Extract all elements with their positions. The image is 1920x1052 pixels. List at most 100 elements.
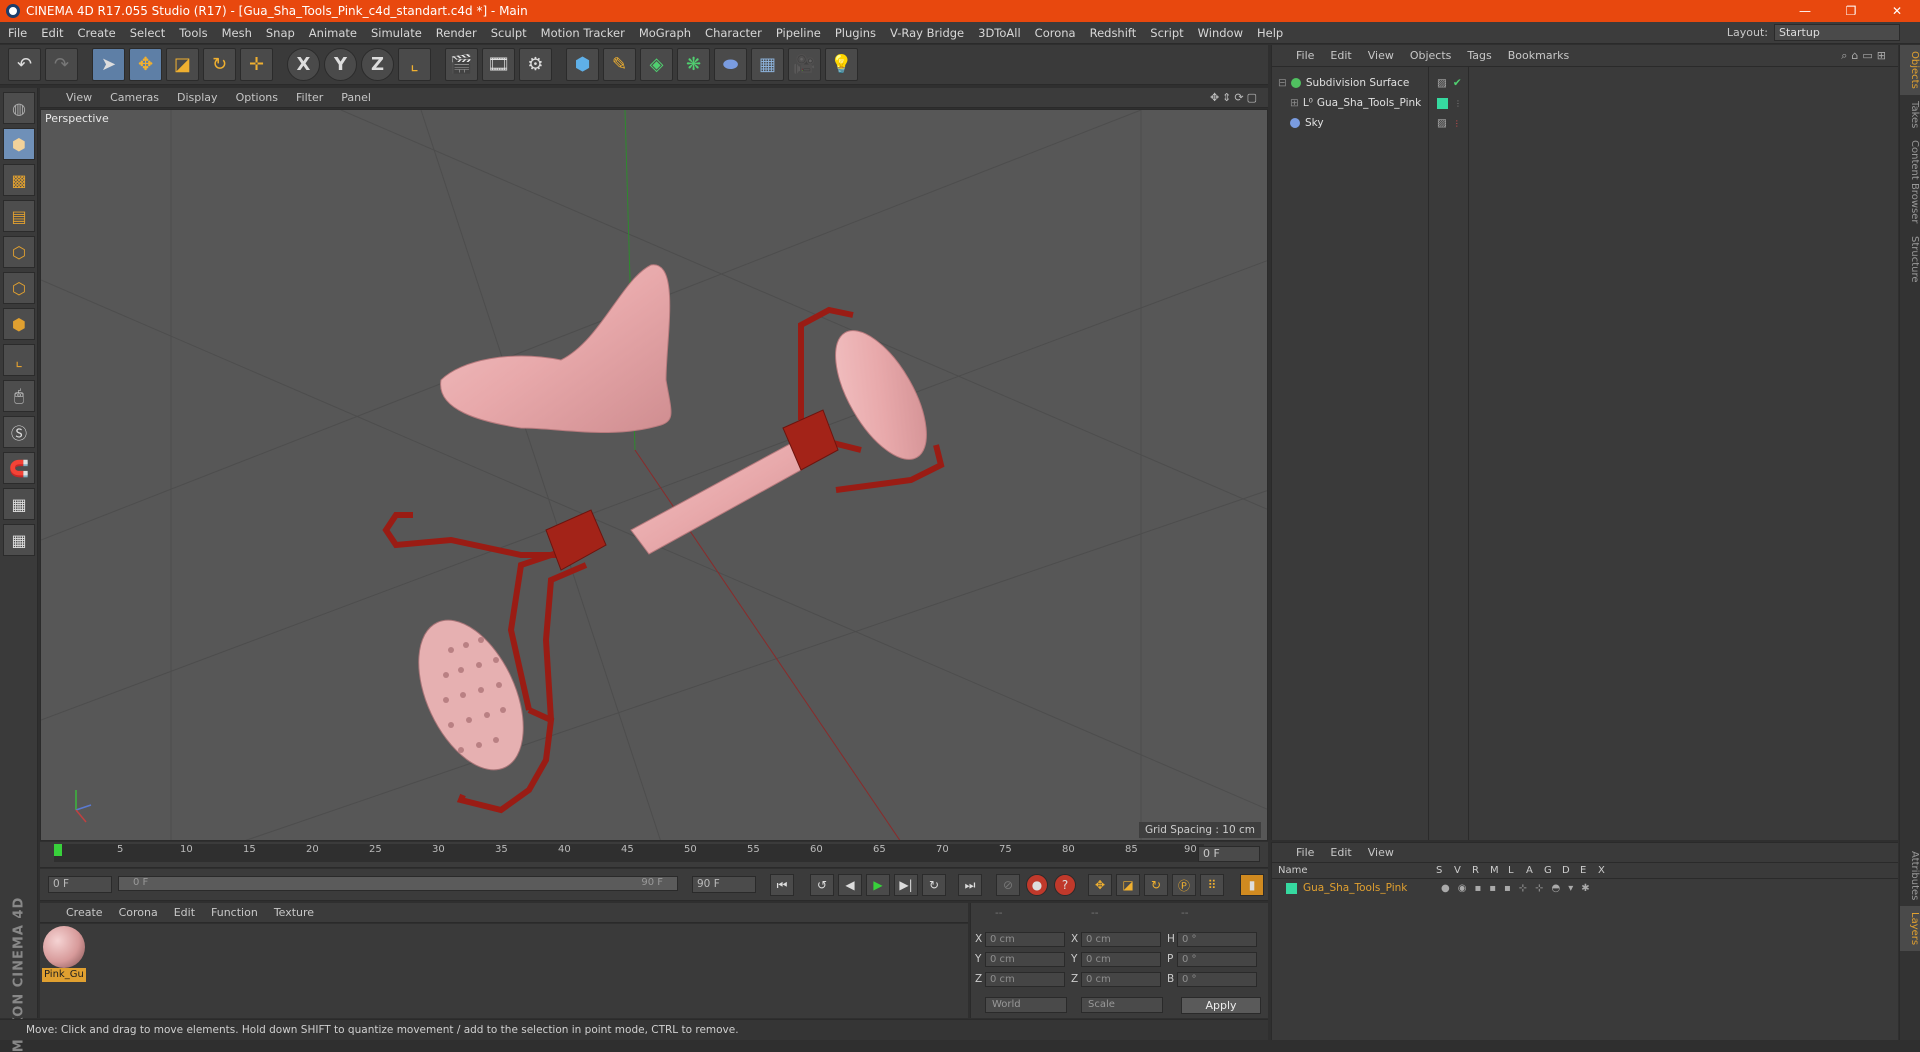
- scale-tool-icon[interactable]: ◪: [166, 48, 199, 81]
- min-frame-field[interactable]: 0 F: [48, 876, 112, 893]
- tab-objects[interactable]: Objects: [1900, 45, 1920, 95]
- rotation-h-field[interactable]: 0 °: [1177, 932, 1257, 947]
- visibility-dots-icon[interactable]: ⋮: [1453, 119, 1461, 128]
- minimize-button[interactable]: —: [1782, 0, 1828, 22]
- apply-button[interactable]: Apply: [1181, 997, 1261, 1014]
- viewport-navigation-icons[interactable]: ✥⇕⟳▢: [1210, 91, 1260, 104]
- play-icon[interactable]: ▶: [866, 874, 890, 896]
- tab-takes[interactable]: Takes: [1900, 95, 1920, 134]
- menu-create[interactable]: Create: [78, 26, 116, 40]
- cloner-icon[interactable]: ❋: [677, 48, 710, 81]
- menu-render[interactable]: Render: [436, 26, 477, 40]
- menu-file[interactable]: File: [8, 26, 27, 40]
- layer-tag-icon[interactable]: ▨: [1437, 77, 1447, 89]
- next-frame-icon[interactable]: ▶|: [894, 874, 918, 896]
- record-position-icon[interactable]: ✥: [1088, 874, 1112, 896]
- object-row-sky[interactable]: Sky ▨ ⋮: [1272, 113, 1899, 133]
- locked-workplane-icon[interactable]: ▦: [3, 524, 35, 556]
- maximize-button[interactable]: ❐: [1828, 0, 1874, 22]
- record-parameter-icon[interactable]: Ⓟ: [1172, 874, 1196, 896]
- polygons-mode-icon[interactable]: ⬢: [3, 308, 35, 340]
- x-axis-lock-button[interactable]: X: [287, 48, 320, 81]
- position-x-field[interactable]: 0 cm: [985, 932, 1065, 947]
- spline-pen-icon[interactable]: ✎: [603, 48, 636, 81]
- objects-menu-objects[interactable]: Objects: [1410, 49, 1452, 62]
- autokeying-icon[interactable]: ?: [1054, 874, 1076, 896]
- current-frame-field[interactable]: 0 F: [1198, 846, 1260, 862]
- record-pla-icon[interactable]: ⠿: [1200, 874, 1224, 896]
- menu-select[interactable]: Select: [130, 26, 165, 40]
- object-manager-tool-icons[interactable]: ⌕⌂▭⊞: [1841, 49, 1890, 63]
- material-menu-texture[interactable]: Texture: [274, 906, 314, 919]
- menu-edit[interactable]: Edit: [41, 26, 63, 40]
- timeline-window-icon[interactable]: ▮: [1240, 874, 1264, 896]
- transform-tool-icon[interactable]: ✛: [240, 48, 273, 81]
- layer-tag-icon[interactable]: ▨: [1437, 117, 1447, 129]
- menu-tools[interactable]: Tools: [179, 26, 207, 40]
- render-view-icon[interactable]: 🎬: [445, 48, 478, 81]
- live-select-icon[interactable]: ➤: [92, 48, 125, 81]
- layer-color-swatch[interactable]: [1286, 882, 1297, 894]
- menu-simulate[interactable]: Simulate: [371, 26, 422, 40]
- material-menu-function[interactable]: Function: [211, 906, 258, 919]
- redo-icon[interactable]: ↷: [45, 48, 78, 81]
- menu-help[interactable]: Help: [1257, 26, 1283, 40]
- previous-key-icon[interactable]: ↺: [810, 874, 834, 896]
- rotation-b-field[interactable]: 0 °: [1177, 972, 1257, 987]
- floor-scene-icon[interactable]: ▦: [751, 48, 784, 81]
- menu-mesh[interactable]: Mesh: [222, 26, 252, 40]
- edges-mode-icon[interactable]: ⬡: [3, 272, 35, 304]
- material-swatch[interactable]: Pink_Gu: [42, 926, 86, 984]
- layer-toggle-icons[interactable]: ●◉▪▪▪⊹⊹◓▾✱: [1441, 883, 1598, 894]
- axis-mode-icon[interactable]: ⌞: [3, 344, 35, 376]
- timeline-ruler[interactable]: 0 5 10 15 20 25 30 35 40 45 50 55 60 65 …: [40, 842, 1268, 868]
- solo-mode-icon[interactable]: Ⓢ: [3, 416, 35, 448]
- rotation-p-field[interactable]: 0 °: [1177, 952, 1257, 967]
- material-menu-create[interactable]: Create: [66, 906, 103, 919]
- viewport-menu-panel[interactable]: Panel: [341, 91, 371, 104]
- menu-character[interactable]: Character: [705, 26, 762, 40]
- layers-menu-edit[interactable]: Edit: [1330, 846, 1351, 859]
- layer-color-swatch[interactable]: [1437, 97, 1448, 109]
- material-menu-corona[interactable]: Corona: [119, 906, 158, 919]
- subdivision-surface-icon[interactable]: ◈: [640, 48, 673, 81]
- objects-menu-view[interactable]: View: [1368, 49, 1394, 62]
- menu-pipeline[interactable]: Pipeline: [776, 26, 821, 40]
- menu-plugins[interactable]: Plugins: [835, 26, 876, 40]
- tab-layers[interactable]: Layers: [1900, 906, 1920, 952]
- menu-redshift[interactable]: Redshift: [1090, 26, 1137, 40]
- coordinate-space-dropdown[interactable]: World: [985, 997, 1067, 1013]
- viewport-menu-cameras[interactable]: Cameras: [110, 91, 159, 104]
- undo-icon[interactable]: ↶: [8, 48, 41, 81]
- tab-attributes[interactable]: Attributes: [1900, 845, 1920, 906]
- snapping-icon[interactable]: 🧲: [3, 452, 35, 484]
- go-to-start-icon[interactable]: ⏮: [770, 874, 794, 896]
- layers-menu-file[interactable]: File: [1296, 846, 1314, 859]
- menu-3dtoall[interactable]: 3DToAll: [978, 26, 1021, 40]
- layer-row[interactable]: Gua_Sha_Tools_Pink ●◉▪▪▪⊹⊹◓▾✱: [1272, 879, 1898, 897]
- record-scale-icon[interactable]: ◪: [1116, 874, 1140, 896]
- layout-select[interactable]: Startup: [1774, 24, 1900, 41]
- cube-object-icon[interactable]: ⬢: [566, 48, 599, 81]
- enabled-check-icon[interactable]: ✔: [1453, 77, 1462, 89]
- y-axis-lock-button[interactable]: Y: [324, 48, 357, 81]
- z-axis-lock-button[interactable]: Z: [361, 48, 394, 81]
- light-icon[interactable]: 💡: [825, 48, 858, 81]
- menu-mograph[interactable]: MoGraph: [639, 26, 691, 40]
- workplane-lock-icon[interactable]: ▦: [3, 488, 35, 520]
- make-editable-icon[interactable]: ◍: [3, 92, 35, 124]
- menu-corona[interactable]: Corona: [1035, 26, 1076, 40]
- render-settings-icon[interactable]: ⚙: [519, 48, 552, 81]
- menu-vray-bridge[interactable]: V-Ray Bridge: [890, 26, 964, 40]
- coordinate-system-icon[interactable]: ⌞: [398, 48, 431, 81]
- frame-ruler[interactable]: 0 5 10 15 20 25 30 35 40 45 50 55 60 65 …: [54, 844, 1204, 862]
- camera-icon[interactable]: 🎥: [788, 48, 821, 81]
- position-z-field[interactable]: 0 cm: [985, 972, 1065, 987]
- viewport-menu-options[interactable]: Options: [236, 91, 278, 104]
- menu-script[interactable]: Script: [1150, 26, 1183, 40]
- tweak-mode-icon[interactable]: 🖱: [3, 380, 35, 412]
- menu-snap[interactable]: Snap: [266, 26, 295, 40]
- size-z-field[interactable]: 0 cm: [1081, 972, 1161, 987]
- menu-window[interactable]: Window: [1198, 26, 1243, 40]
- perspective-viewport[interactable]: Perspective Grid Spacing : 10 cm: [40, 109, 1268, 841]
